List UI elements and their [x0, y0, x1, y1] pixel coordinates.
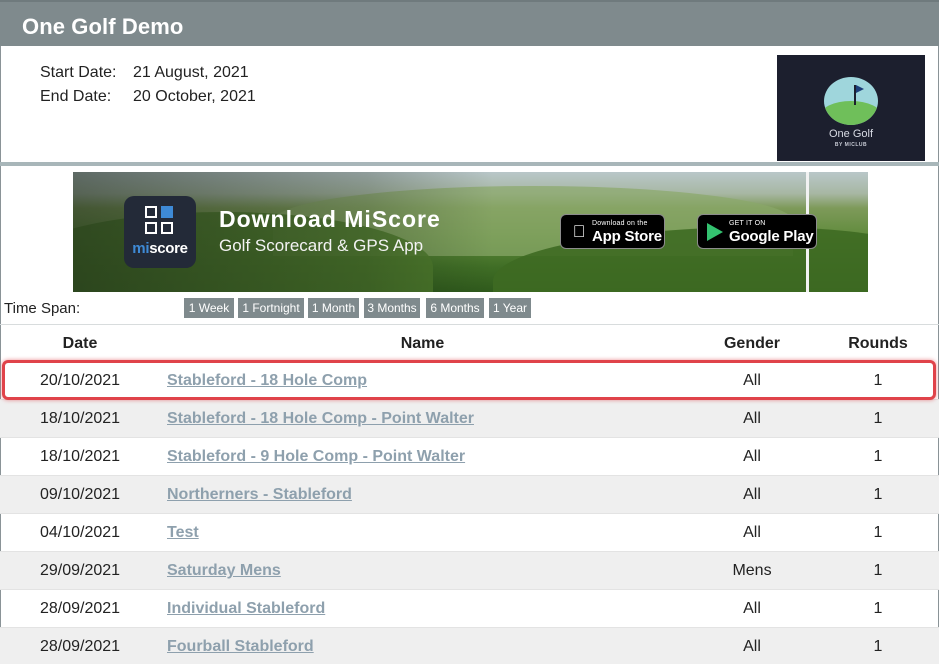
row-gender: All	[743, 524, 761, 541]
row-rounds: 1	[873, 638, 883, 655]
row-gender: All	[743, 372, 761, 389]
miscore-banner[interactable]: miscore Download MiScore Golf Scorecard …	[73, 172, 868, 292]
time-span-1-year[interactable]: 1 Year	[489, 298, 531, 318]
google-play-small-text: GET IT ON	[729, 220, 766, 227]
app-icon-text-mi: mi	[132, 240, 150, 257]
miscore-app-icon: miscore	[124, 196, 196, 268]
club-logo: One Golf BY MICLUB	[777, 55, 925, 161]
row-date: 20/10/2021	[39, 372, 121, 389]
end-date-label: End Date:	[40, 88, 112, 105]
table-row[interactable]: 28/09/2021 Individual Stableford All 1	[0, 590, 939, 628]
table-row[interactable]: 18/10/2021 Stableford - 9 Hole Comp - Po…	[0, 438, 939, 476]
end-date-value: 20 October, 2021	[133, 88, 256, 105]
competition-link[interactable]: Individual Stableford	[167, 600, 325, 618]
app-store-small-text: Download on the	[592, 220, 648, 227]
row-rounds: 1	[873, 410, 883, 427]
section-divider	[0, 162, 939, 166]
google-play-button[interactable]: GET IT ON Google Play	[697, 214, 817, 249]
app-icon-text-score: score	[149, 240, 188, 257]
column-header-gender[interactable]: Gender	[692, 335, 812, 353]
row-date: 28/09/2021	[39, 600, 121, 617]
row-gender: All	[743, 410, 761, 427]
competition-link[interactable]: Stableford - 18 Hole Comp - Point Walter	[167, 410, 474, 428]
date-range-panel: Start Date: 21 August, 2021 End Date: 20 O…	[0, 46, 939, 162]
row-gender: Mens	[732, 562, 772, 579]
row-date: 04/10/2021	[39, 524, 121, 541]
table-row[interactable]: 09/10/2021 Northerners - Stableford All …	[0, 476, 939, 514]
row-date: 09/10/2021	[39, 486, 121, 503]
time-span-3-months[interactable]: 3 Months	[364, 298, 420, 318]
start-date-value: 21 August, 2021	[133, 64, 249, 81]
row-rounds: 1	[873, 372, 883, 389]
logo-name: One Golf	[828, 128, 874, 140]
row-rounds: 1	[873, 524, 883, 541]
app-store-button[interactable]:  Download on the App Store	[560, 214, 665, 249]
google-play-big-text: Google Play	[729, 228, 814, 245]
row-gender: All	[743, 638, 761, 655]
table-header: Date Name Gender Rounds	[0, 324, 939, 362]
row-rounds: 1	[873, 486, 883, 503]
column-header-date[interactable]: Date	[0, 335, 160, 353]
column-header-name[interactable]: Name	[160, 335, 685, 353]
row-rounds: 1	[873, 600, 883, 617]
app-store-big-text: App Store	[592, 228, 662, 245]
start-date-label: Start Date:	[40, 64, 117, 81]
title-bar: One Golf Demo	[0, 0, 939, 46]
end-date-row: End Date: 20 October, 2021	[40, 88, 256, 106]
row-date: 18/10/2021	[39, 448, 121, 465]
competition-link[interactable]: Test	[167, 524, 199, 542]
time-span-1-month[interactable]: 1 Month	[308, 298, 359, 318]
logo-subtitle: BY MICLUB	[834, 142, 868, 148]
table-row[interactable]: 18/10/2021 Stableford - 18 Hole Comp - P…	[0, 400, 939, 438]
row-gender: All	[743, 486, 761, 503]
row-gender: All	[743, 448, 761, 465]
row-date: 29/09/2021	[39, 562, 121, 579]
row-gender: All	[743, 600, 761, 617]
time-span-1-fortnight[interactable]: 1 Fortnight	[238, 298, 304, 318]
row-rounds: 1	[873, 562, 883, 579]
competition-link[interactable]: Fourball Stableford	[167, 638, 314, 656]
google-play-icon	[707, 223, 723, 241]
time-span-1-week[interactable]: 1 Week	[184, 298, 234, 318]
competition-link[interactable]: Saturday Mens	[167, 562, 281, 580]
time-span-6-months[interactable]: 6 Months	[426, 298, 484, 318]
banner-subtitle: Golf Scorecard & GPS App	[219, 236, 424, 255]
time-span-label: Time Span:	[4, 300, 81, 317]
golf-flag-icon	[824, 77, 878, 125]
competition-link[interactable]: Northerners - Stableford	[167, 486, 352, 504]
competition-link[interactable]: Stableford - 9 Hole Comp - Point Walter	[167, 448, 465, 466]
start-date-row: Start Date: 21 August, 2021	[40, 64, 249, 82]
table-row[interactable]: 20/10/2021 Stableford - 18 Hole Comp All…	[0, 362, 939, 400]
table-row[interactable]: 04/10/2021 Test All 1	[0, 514, 939, 552]
row-date: 28/09/2021	[39, 638, 121, 655]
banner-title: Download MiScore	[219, 206, 441, 232]
row-date: 18/10/2021	[39, 410, 121, 427]
table-row[interactable]: 28/09/2021 Fourball Stableford All 1	[0, 628, 939, 664]
apple-icon: 	[570, 223, 588, 241]
page-title: One Golf Demo	[22, 14, 184, 39]
column-header-rounds[interactable]: Rounds	[818, 335, 938, 353]
row-rounds: 1	[873, 448, 883, 465]
table-row[interactable]: 29/09/2021 Saturday Mens Mens 1	[0, 552, 939, 590]
competition-link[interactable]: Stableford - 18 Hole Comp	[167, 372, 367, 390]
